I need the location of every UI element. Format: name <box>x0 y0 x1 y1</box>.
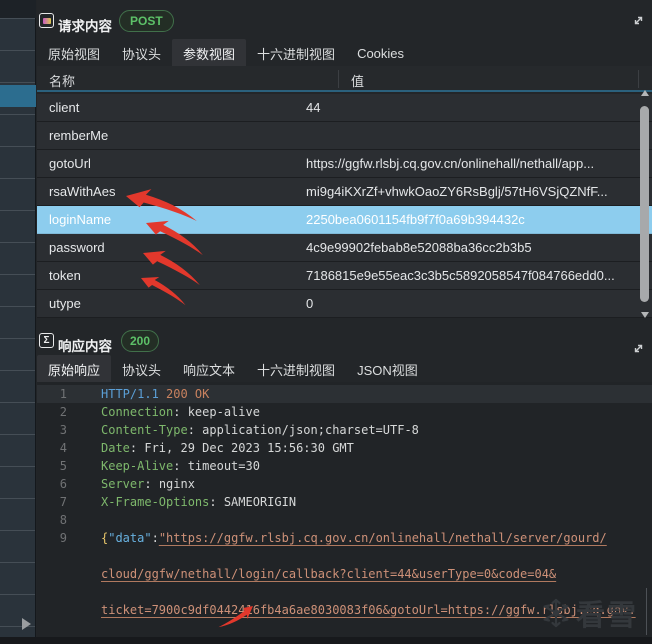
param-value: 7186815e9e55eac3c3b5c5892058547f084766ed… <box>306 268 615 283</box>
status-code-badge: 200 <box>121 330 160 353</box>
callback-url-link[interactable]: cloud/ggfw/nethall/login/callback?client… <box>101 567 556 581</box>
line-number: 7 <box>59 495 67 509</box>
param-name: password <box>49 240 105 255</box>
expand-request-icon[interactable] <box>632 14 645 27</box>
column-header-value[interactable]: 值 <box>351 71 364 90</box>
response-section-header: Σ 响应内容 200 <box>37 328 652 356</box>
sigma-icon: Σ <box>39 333 54 348</box>
param-row-rsawithaes[interactable]: rsaWithAes mi9g4iKXrZf+vhwkOaoZY6RsBglj/… <box>37 178 652 206</box>
code-line-3: 3 Content-Type: application/json;charset… <box>37 421 652 439</box>
param-name: loginName <box>49 212 112 227</box>
tab-protocol-headers[interactable]: 协议头 <box>111 39 172 68</box>
scroll-up-arrow-icon[interactable] <box>641 90 649 96</box>
code-line-8: 8 <box>37 511 652 529</box>
param-row-loginname-selected[interactable]: loginName 2250bea0601154fb9f7f0a69b39443… <box>37 206 652 234</box>
param-value: mi9g4iKXrZf+vhwkOaoZY6RsBglj/57tH6VSjQZN… <box>306 184 608 199</box>
param-name: rsaWithAes <box>49 184 116 199</box>
right-edge-divider <box>646 588 647 635</box>
param-name: client <box>49 100 80 115</box>
tab-raw-view[interactable]: 原始视图 <box>37 39 111 68</box>
request-section-title: 请求内容 <box>58 19 112 34</box>
tab-raw-response[interactable]: 原始响应 <box>37 354 112 384</box>
tab-hex-view[interactable]: 十六进制视图 <box>246 39 346 68</box>
param-value: https://ggfw.rlsbj.cq.gov.cn/onlinehall/… <box>306 156 595 171</box>
kanxue-watermark: 看雪 <box>540 592 638 634</box>
line-number: 2 <box>59 405 67 419</box>
expand-response-icon[interactable] <box>632 342 645 355</box>
tab-resp-protocol-headers[interactable]: 协议头 <box>111 355 172 384</box>
line-number: 8 <box>59 513 67 527</box>
request-tab-bar: 原始视图 协议头 参数视图 十六进制视图 Cookies <box>37 38 652 68</box>
response-section-title: 响应内容 <box>58 339 112 354</box>
code-line-7: 7 X-Frame-Options: SAMEORIGIN <box>37 493 652 511</box>
scroll-down-arrow-icon[interactable] <box>641 312 649 318</box>
param-value: 4c9e99902febab8e52088ba36cc2b3b5 <box>306 240 532 255</box>
window-bottom-edge <box>0 637 652 644</box>
tab-parameter-view[interactable]: 参数视图 <box>172 38 247 68</box>
line-number: 9 <box>59 531 67 545</box>
line-number: 4 <box>59 441 67 455</box>
scrollbar-thumb[interactable] <box>640 106 649 302</box>
param-row-utype[interactable]: utype 0 <box>37 290 652 318</box>
http-method-badge: POST <box>119 10 174 33</box>
param-row-password[interactable]: password 4c9e99902febab8e52088ba36cc2b3b… <box>37 234 652 262</box>
table-scrollbar[interactable] <box>639 86 651 326</box>
column-divider[interactable] <box>338 70 339 88</box>
param-row-token[interactable]: token 7186815e9e55eac3c3b5c5892058547f08… <box>37 262 652 290</box>
code-line-1: 1 HTTP/1.1 200 OK <box>37 385 652 403</box>
response-tab-bar: 原始响应 协议头 响应文本 十六进制视图 JSON视图 <box>37 354 652 384</box>
line-number: 6 <box>59 477 67 491</box>
param-value: 2250bea0601154fb9f7f0a69b394432c <box>306 212 525 227</box>
tab-json-view[interactable]: JSON视图 <box>346 355 429 384</box>
request-section-header: 请求内容 POST <box>37 0 652 40</box>
sidebar-header-cell <box>0 0 36 18</box>
watermark-text: 看雪 <box>576 600 639 632</box>
code-line-6: 6 Server: nginx <box>37 475 652 493</box>
request-badge-icon <box>39 13 54 28</box>
param-table-body: client 44 remberMe gotoUrl https://ggfw.… <box>37 94 652 318</box>
param-name: remberMe <box>49 128 109 143</box>
code-line-5: 5 Keep-Alive: timeout=30 <box>37 457 652 475</box>
param-row-remberme[interactable]: remberMe <box>37 122 652 150</box>
tab-response-text[interactable]: 响应文本 <box>172 355 246 384</box>
snowflake-icon <box>543 598 569 628</box>
param-table-header: 名称 值 <box>37 66 652 92</box>
param-value: 0 <box>306 296 314 311</box>
tab-resp-hex-view[interactable]: 十六进制视图 <box>246 355 346 384</box>
param-name: utype <box>49 296 81 311</box>
param-row-gotourl[interactable]: gotoUrl https://ggfw.rlsbj.cq.gov.cn/onl… <box>37 150 652 178</box>
sidebar-selected-row[interactable] <box>0 85 36 107</box>
callback-url-link[interactable]: "https://ggfw.rlsbj.cq.gov.cn/onlinehall… <box>159 531 607 545</box>
code-line-4: 4 Date: Fri, 29 Dec 2023 15:56:30 GMT <box>37 439 652 457</box>
request-list-sidebar[interactable] <box>0 0 36 644</box>
column-header-name[interactable]: 名称 <box>49 71 75 90</box>
line-number: 1 <box>59 387 67 401</box>
tab-cookies[interactable]: Cookies <box>346 41 415 66</box>
line-number: 5 <box>59 459 67 473</box>
param-row-client[interactable]: client 44 <box>37 94 652 122</box>
param-name: gotoUrl <box>49 156 91 171</box>
param-name: token <box>49 268 81 283</box>
http-debugger-window: { "request": { "title": "请求内容", "method"… <box>0 0 652 644</box>
line-number: 3 <box>59 423 67 437</box>
code-line-2: 2 Connection: keep-alive <box>37 403 652 421</box>
param-value: 44 <box>306 100 321 115</box>
play-triangle-icon[interactable] <box>22 618 31 630</box>
detail-panel: 请求内容 POST 原始视图 协议头 参数视图 十六进制视图 Cookies 名… <box>37 0 652 644</box>
